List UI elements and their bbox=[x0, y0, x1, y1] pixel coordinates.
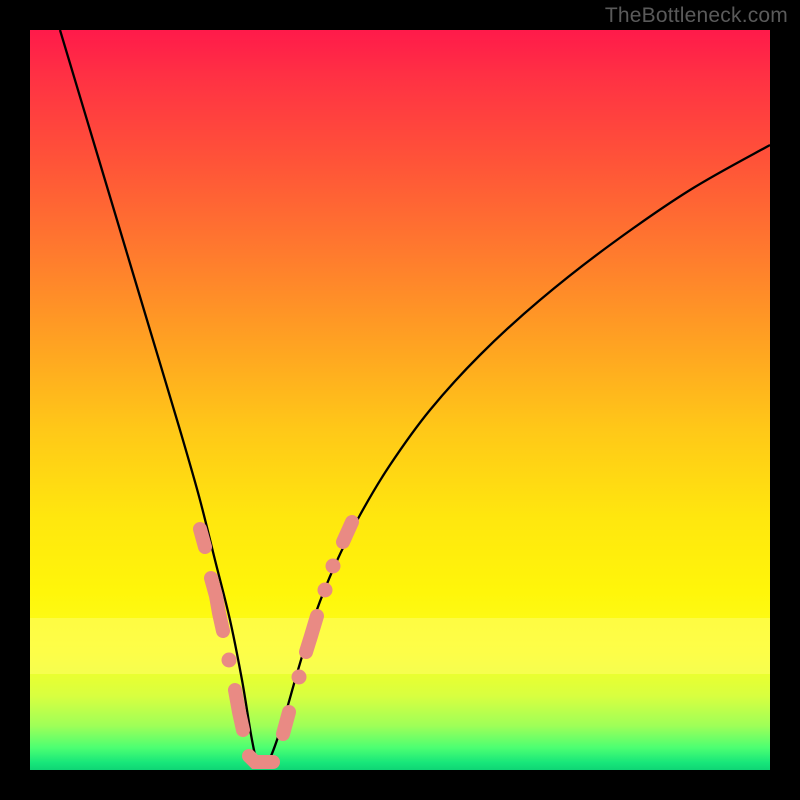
watermark-text: TheBottleneck.com bbox=[605, 4, 788, 28]
highlight-segment bbox=[283, 712, 289, 734]
highlight-dot bbox=[222, 653, 237, 668]
highlight-segment bbox=[249, 756, 273, 762]
main-curve-line bbox=[60, 30, 770, 766]
highlight-segment bbox=[200, 529, 205, 547]
highlight-dot-group bbox=[200, 522, 352, 762]
highlight-segment bbox=[343, 522, 352, 542]
highlight-segment bbox=[235, 690, 243, 730]
chart-frame: TheBottleneck.com bbox=[0, 0, 800, 800]
highlight-dot bbox=[318, 583, 333, 598]
highlight-segment bbox=[306, 616, 317, 652]
curve-layer bbox=[30, 30, 770, 770]
highlight-dot bbox=[292, 670, 307, 685]
highlight-dot bbox=[326, 559, 341, 574]
plot-area bbox=[30, 30, 770, 770]
